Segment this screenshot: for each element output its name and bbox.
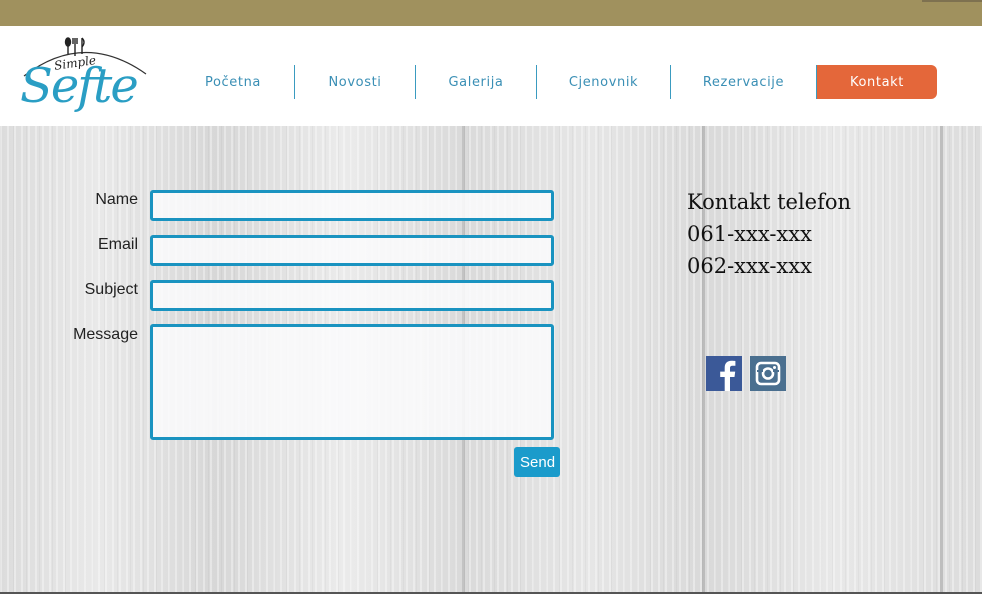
name-label: Name bbox=[95, 191, 138, 208]
subject-label: Subject bbox=[84, 281, 138, 298]
nav-item-galerija[interactable]: Galerija bbox=[416, 65, 536, 99]
nav-item-novosti[interactable]: Novosti bbox=[295, 65, 415, 99]
subject-field[interactable] bbox=[150, 280, 554, 311]
board-gap bbox=[940, 126, 943, 594]
phone-number: 062-xxx-xxx bbox=[687, 254, 812, 278]
facebook-icon[interactable] bbox=[706, 356, 742, 391]
logo-sefte-text: Sefte bbox=[20, 58, 139, 114]
instagram-icon[interactable] bbox=[750, 356, 786, 391]
top-bar-strip bbox=[922, 0, 982, 2]
send-button[interactable]: Send bbox=[514, 447, 560, 477]
contact-title: Kontakt telefon bbox=[687, 190, 852, 214]
nav-item-kontakt[interactable]: Kontakt bbox=[817, 65, 937, 99]
nav-item-rezervacije[interactable]: Rezervacije bbox=[671, 65, 816, 99]
email-label: Email bbox=[97, 236, 138, 253]
name-field[interactable] bbox=[150, 190, 554, 221]
site-logo[interactable]: Simple Sefte bbox=[18, 36, 150, 122]
nav-item-pocetna[interactable]: Početna bbox=[172, 65, 294, 99]
message-field[interactable] bbox=[150, 324, 554, 440]
phone-number: 061-xxx-xxx bbox=[687, 222, 812, 246]
top-bar bbox=[0, 0, 982, 26]
site-header: Simple Sefte Početna Novosti Galerija Cj… bbox=[0, 26, 982, 126]
message-label: Message bbox=[73, 326, 138, 343]
email-field[interactable] bbox=[150, 235, 554, 266]
nav-item-cjenovnik[interactable]: Cjenovnik bbox=[537, 65, 670, 99]
